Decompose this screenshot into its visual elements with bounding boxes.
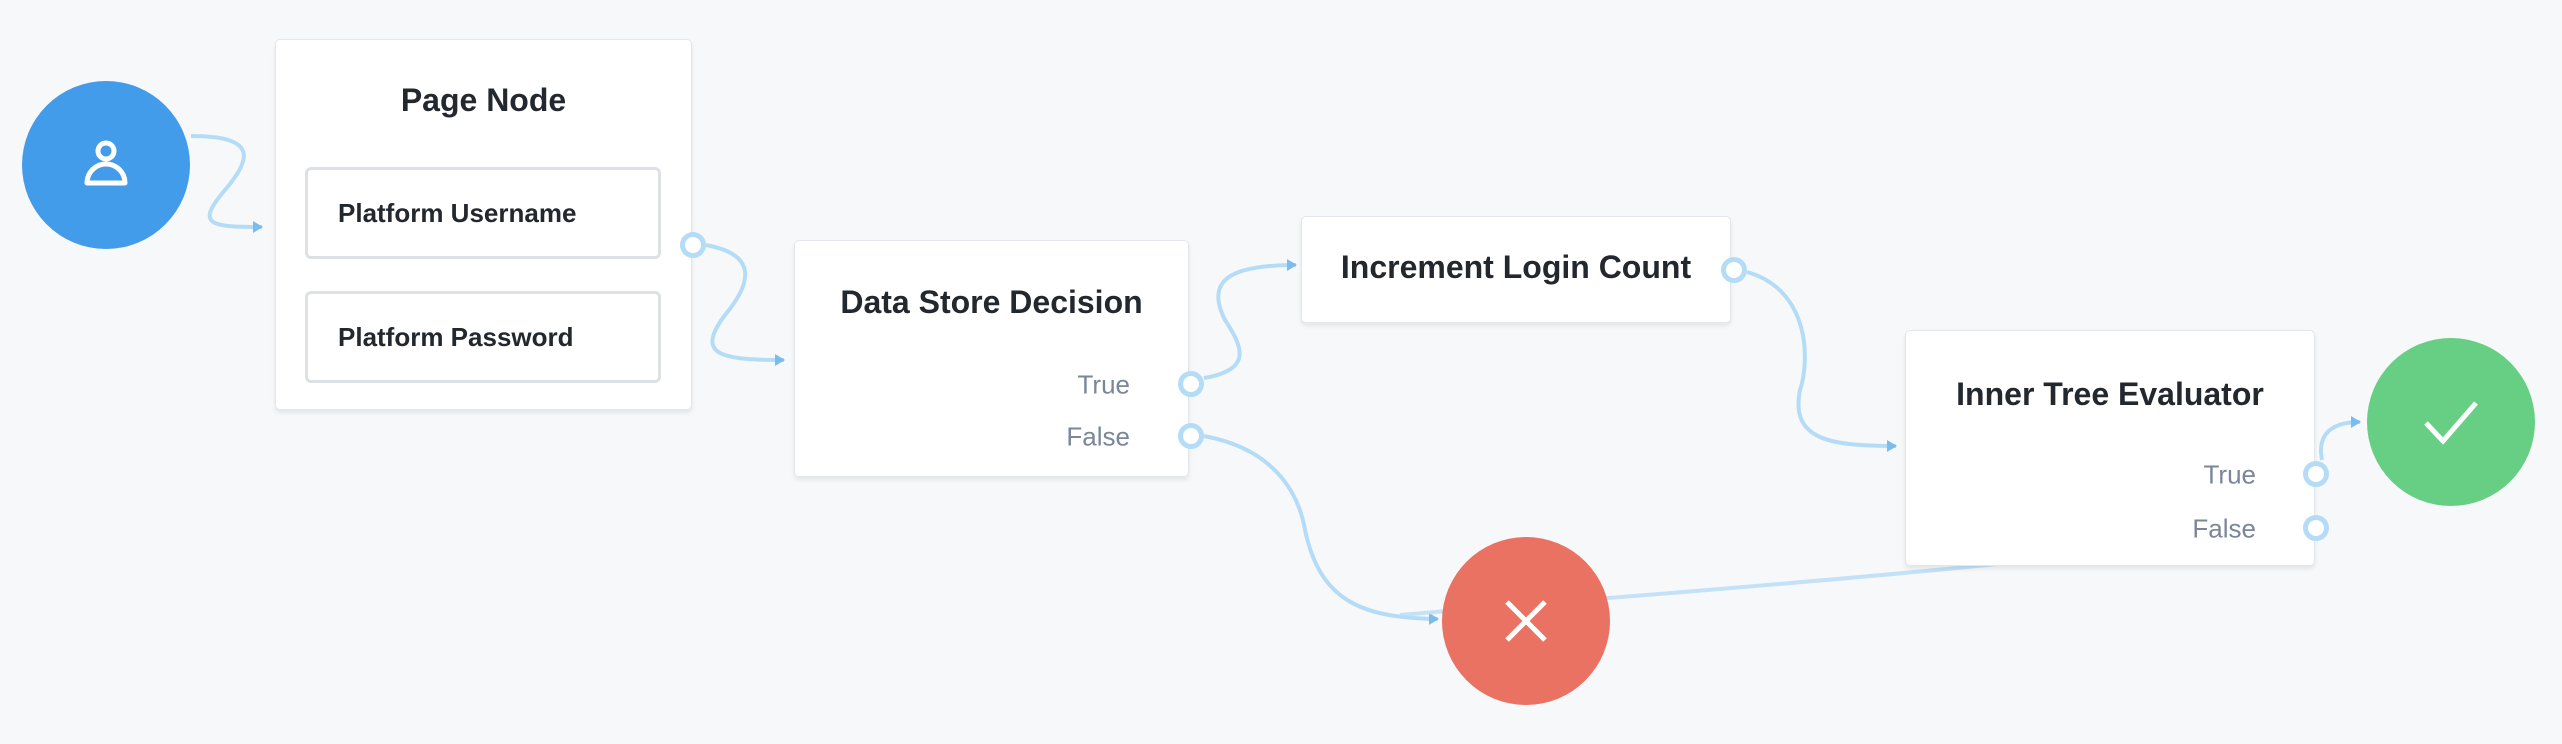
outcome-true-label: True [2203,459,2257,490]
increment-login-count-node[interactable]: Increment Login Count [1301,216,1731,323]
edge-increment-to-inner [1746,270,1897,452]
start-node[interactable] [22,81,190,249]
data-store-decision-node[interactable]: Data Store Decision True False [794,240,1189,477]
edge-false-to-failure [1203,434,1439,625]
node-title: Inner Tree Evaluator [1956,376,2264,412]
node-title: Increment Login Count [1340,249,1692,285]
x-icon [1505,600,1547,642]
edge-innertrue-to-success [2319,416,2361,461]
node-title: Data Store Decision [840,284,1143,320]
page-node-output-port[interactable] [680,232,706,258]
success-node[interactable] [2367,338,2535,506]
node-title: Page Node [400,82,567,118]
platform-username-field[interactable]: Platform Username [305,167,661,259]
platform-password-field[interactable]: Platform Password [305,291,661,383]
check-icon [2424,401,2478,445]
inner-tree-false-port[interactable] [2303,515,2329,541]
outcome-false-label: False [1066,421,1130,452]
inner-tree-true-port[interactable] [2303,461,2329,487]
page-node[interactable]: Page Node Platform Username Platform Pas… [275,39,692,410]
user-icon [84,140,128,186]
edge-true-to-increment [1203,259,1297,380]
edge-page-to-datastore [705,243,785,366]
outcome-false-label: False [2192,513,2256,544]
increment-output-port[interactable] [1721,257,1747,283]
data-store-true-port[interactable] [1178,371,1204,397]
data-store-false-port[interactable] [1178,423,1204,449]
outcome-true-label: True [1077,369,1131,400]
inner-tree-evaluator-node[interactable]: Inner Tree Evaluator True False [1905,330,2315,566]
edge-start-to-page [190,134,263,233]
failure-node[interactable] [1442,537,1610,705]
